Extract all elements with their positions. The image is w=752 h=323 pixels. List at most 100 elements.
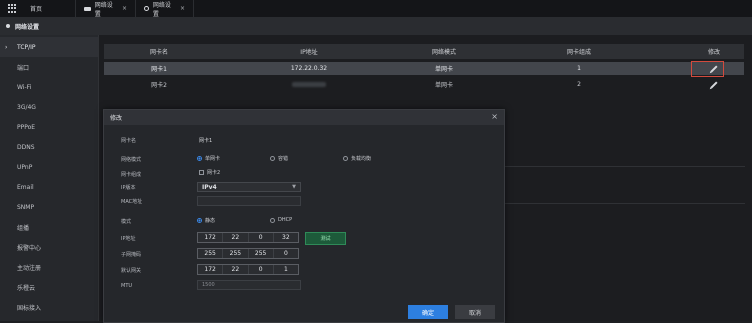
ip-cell: 172.22.0.32 — [290, 65, 328, 72]
mode-cell: 单网卡 — [434, 82, 453, 89]
ip-address-input[interactable]: 172 22 0 32 — [197, 232, 299, 243]
chevron-right-icon: › — [5, 43, 8, 51]
tab-network-1[interactable]: 网络设置 × — [76, 0, 136, 18]
table-row[interactable]: 网卡2 单网卡 2 — [104, 78, 744, 91]
sidebar-item-label: 端口 — [17, 64, 30, 72]
mtu-field[interactable]: 1500 — [197, 280, 301, 290]
tab-label: 网络设置 — [152, 1, 171, 18]
sidebar-item-cloud[interactable]: 乐橙云 — [0, 277, 98, 297]
nic-name-cell: 网卡1 — [151, 66, 167, 73]
mtu-placeholder: 1500 — [202, 282, 215, 288]
nic2-checkbox[interactable]: 网卡2 — [199, 169, 220, 176]
ip-label: IP地址 — [121, 236, 136, 242]
addr-mode-label: 模式 — [121, 219, 132, 225]
octet[interactable]: 255 — [223, 249, 249, 258]
tab-label: 网络设置 — [94, 1, 113, 18]
octet[interactable]: 0 — [274, 249, 298, 258]
ip-cell-blurred — [244, 78, 374, 91]
column-header: 修改 — [707, 49, 720, 56]
radio-label: DHCP — [278, 217, 293, 223]
divider — [505, 166, 745, 167]
static-radio[interactable]: 静态 — [197, 217, 215, 224]
tab-network-2[interactable]: 网络设置 × — [136, 0, 194, 18]
dialog-titlebar: 修改 × — [104, 110, 504, 125]
page-title: 网络设置 — [15, 23, 40, 31]
octet[interactable]: 172 — [198, 265, 224, 274]
mode-single-radio[interactable]: 单网卡 — [197, 155, 220, 162]
highlight-box — [691, 61, 724, 77]
test-button[interactable]: 测试 — [305, 232, 346, 245]
cancel-button[interactable]: 取消 — [455, 305, 495, 319]
mode-fault-tolerance-radio[interactable]: 容错 — [270, 155, 288, 162]
sidebar-item-upnp[interactable]: UPnP — [0, 157, 98, 177]
gear-icon — [144, 6, 149, 11]
octet[interactable]: 172 — [198, 233, 224, 242]
nic-name-value: 网卡1 — [199, 138, 213, 144]
dhcp-radio[interactable]: DHCP — [270, 217, 292, 223]
sidebar-item-gb-access[interactable]: 国标接入 — [0, 297, 98, 317]
subnet-mask-input[interactable]: 255 255 255 0 — [197, 248, 299, 259]
close-icon[interactable]: × — [122, 5, 127, 12]
radio-label: 静态 — [205, 218, 216, 224]
members-cell: 2 — [577, 81, 581, 88]
sidebar-item-label: 3G/4G — [17, 103, 36, 111]
sidebar-item-multicast[interactable]: 组播 — [0, 217, 98, 237]
chevron-down-icon: ▼ — [292, 184, 296, 190]
gateway-input[interactable]: 172 22 0 1 — [197, 264, 299, 275]
sidebar-item-tcpip[interactable]: › TCP/IP — [0, 37, 98, 57]
octet[interactable]: 32 — [274, 233, 298, 242]
column-header: IP地址 — [300, 49, 318, 56]
sidebar-item-wifi[interactable]: Wi-Fi — [0, 77, 98, 97]
nic-member-label: 网卡组成 — [121, 172, 142, 178]
column-header: 网卡组成 — [566, 49, 591, 56]
radio-label: 负载均衡 — [351, 156, 372, 162]
octet[interactable]: 255 — [198, 249, 224, 258]
mask-label: 子网掩码 — [121, 252, 142, 258]
mode-cell: 单网卡 — [434, 66, 453, 73]
sidebar-item-snmp[interactable]: SNMP — [0, 197, 98, 217]
members-cell: 1 — [577, 65, 581, 72]
octet[interactable]: 1 — [274, 265, 298, 274]
tab-home[interactable]: 首页 — [0, 0, 76, 17]
divider — [505, 203, 745, 204]
octet[interactable]: 0 — [249, 233, 274, 242]
octet[interactable]: 0 — [249, 265, 274, 274]
sidebar-item-label: 组播 — [17, 224, 30, 232]
ok-button[interactable]: 确定 — [408, 305, 448, 319]
table-row[interactable]: 网卡1 172.22.0.32 单网卡 1 — [104, 62, 744, 75]
octet[interactable]: 255 — [249, 249, 274, 258]
close-icon[interactable]: × — [491, 112, 498, 121]
column-header: 网卡名 — [149, 49, 168, 56]
sidebar-item-pppoe[interactable]: PPPoE — [0, 117, 98, 137]
close-icon[interactable]: × — [180, 5, 185, 12]
ip-version-select[interactable]: IPv4 ▼ — [197, 182, 301, 192]
radio-label: 容错 — [278, 156, 289, 162]
sidebar-item-register[interactable]: 主动注册 — [0, 257, 98, 277]
sidebar-item-port[interactable]: 端口 — [0, 57, 98, 77]
grid-menu-icon[interactable] — [8, 3, 18, 14]
sidebar-item-label: SNMP — [17, 203, 35, 211]
mode-load-balance-radio[interactable]: 负载均衡 — [343, 155, 371, 162]
sidebar: › TCP/IP 端口 Wi-Fi 3G/4G PPPoE DDNS UPnP … — [0, 35, 99, 321]
sidebar-item-ddns[interactable]: DDNS — [0, 137, 98, 157]
bullet-icon — [6, 24, 10, 28]
sidebar-item-email[interactable]: Email — [0, 177, 98, 197]
tab-label: 首页 — [30, 6, 43, 13]
sidebar-item-alarm-center[interactable]: 报警中心 — [0, 237, 98, 257]
sidebar-item-label: PPPoE — [17, 123, 36, 131]
mac-label: MAC地址 — [121, 199, 143, 205]
sidebar-item-label: 乐橙云 — [17, 284, 36, 292]
octet[interactable]: 22 — [223, 233, 249, 242]
sidebar-item-label: TCP/IP — [17, 43, 36, 51]
camera-icon — [84, 6, 91, 11]
octet[interactable]: 22 — [223, 265, 249, 274]
select-value: IPv4 — [202, 183, 217, 191]
edit-icon[interactable] — [698, 78, 730, 91]
mtu-label: MTU — [121, 283, 133, 289]
sidebar-item-label: 报警中心 — [17, 244, 42, 252]
edit-dialog: 修改 × 网卡名 网卡1 网络模式 单网卡 容错 负载均衡 网卡组成 网卡2 I… — [103, 109, 505, 323]
nic-name-cell: 网卡2 — [151, 82, 167, 89]
sidebar-item-3g4g[interactable]: 3G/4G — [0, 97, 98, 117]
dialog-title: 修改 — [110, 115, 123, 122]
tab-bar: 首页 网络设置 × 网络设置 × — [0, 0, 752, 18]
